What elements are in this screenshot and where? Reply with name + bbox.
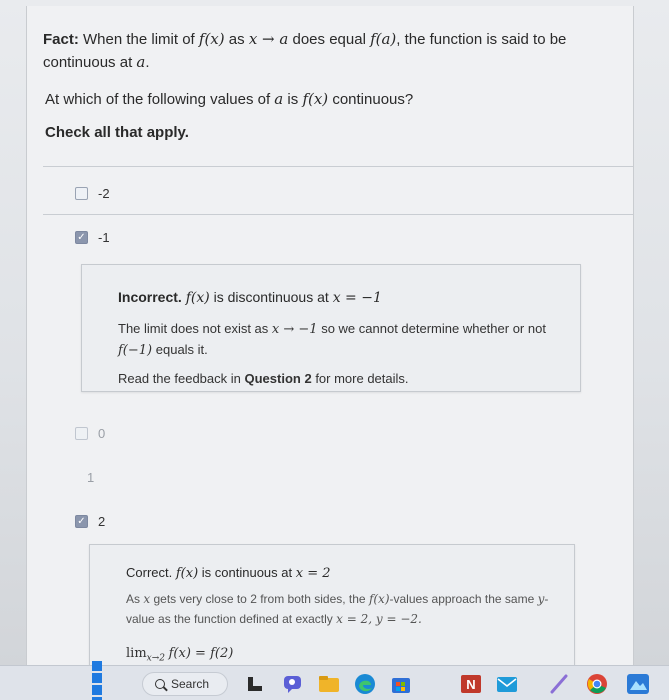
choice-0[interactable]: 0	[75, 426, 105, 441]
feedback-title: Incorrect. f(x) is discontinuous at x = …	[118, 289, 382, 306]
question-2-link[interactable]: Question 2	[245, 371, 312, 386]
pen-icon[interactable]	[548, 673, 570, 695]
checkbox-checked-icon[interactable]: ✓	[75, 231, 88, 244]
checkbox-icon[interactable]	[75, 187, 88, 200]
chrome-icon[interactable]	[586, 673, 608, 695]
feedback-explanation: The limit does not exist as x → −1 so we…	[118, 321, 546, 358]
mail-icon[interactable]	[496, 673, 518, 695]
screen: Fact: When the limit of f(x) as x → a do…	[0, 0, 669, 665]
svg-text:N: N	[466, 677, 475, 692]
choice-label: 0	[98, 426, 106, 441]
search-icon	[155, 679, 165, 689]
choice-label: -2	[98, 186, 110, 201]
windows-start-icon[interactable]	[90, 661, 114, 700]
checkbox-checked-icon[interactable]: ✓	[75, 515, 88, 528]
taskbar-search[interactable]: Search	[142, 672, 228, 696]
choice-label: 2	[98, 514, 106, 529]
feedback-incorrect: Incorrect. f(x) is discontinuous at x = …	[81, 264, 581, 392]
instruction-text: Check all that apply.	[45, 124, 189, 141]
choice-2[interactable]: ✓ 2	[75, 514, 105, 529]
chat-icon[interactable]	[282, 673, 304, 695]
choice-label: 1	[87, 470, 95, 485]
widgets-icon[interactable]	[246, 673, 264, 695]
choice-minus-2[interactable]: -2	[75, 186, 110, 201]
search-label: Search	[171, 677, 210, 691]
divider	[43, 166, 633, 167]
choice-1[interactable]: 1	[87, 470, 94, 485]
store-icon[interactable]	[390, 673, 412, 695]
onenote-icon[interactable]: N	[460, 673, 482, 695]
divider	[43, 214, 633, 215]
edge-icon[interactable]	[354, 673, 376, 695]
photos-icon[interactable]	[626, 673, 650, 695]
feedback-title: Correct. f(x) is continuous at x = 2	[126, 565, 331, 581]
file-explorer-icon[interactable]	[318, 673, 340, 695]
question-panel: Fact: When the limit of f(x) as x → a do…	[26, 6, 634, 665]
taskbar: Search N	[0, 661, 669, 700]
fact-text: Fact: When the limit of f(x) as x → a do…	[43, 30, 567, 71]
checkbox-icon[interactable]	[75, 427, 88, 440]
choice-minus-1[interactable]: ✓ -1	[75, 230, 110, 245]
feedback-explanation: As x gets very close to 2 from both side…	[126, 592, 549, 626]
choice-label: -1	[98, 230, 110, 245]
feedback-correct: Correct. f(x) is continuous at x = 2 As …	[89, 544, 575, 665]
question-text: At which of the following values of a is…	[45, 90, 414, 108]
feedback-read-more: Read the feedback in Question 2 for more…	[118, 371, 409, 386]
